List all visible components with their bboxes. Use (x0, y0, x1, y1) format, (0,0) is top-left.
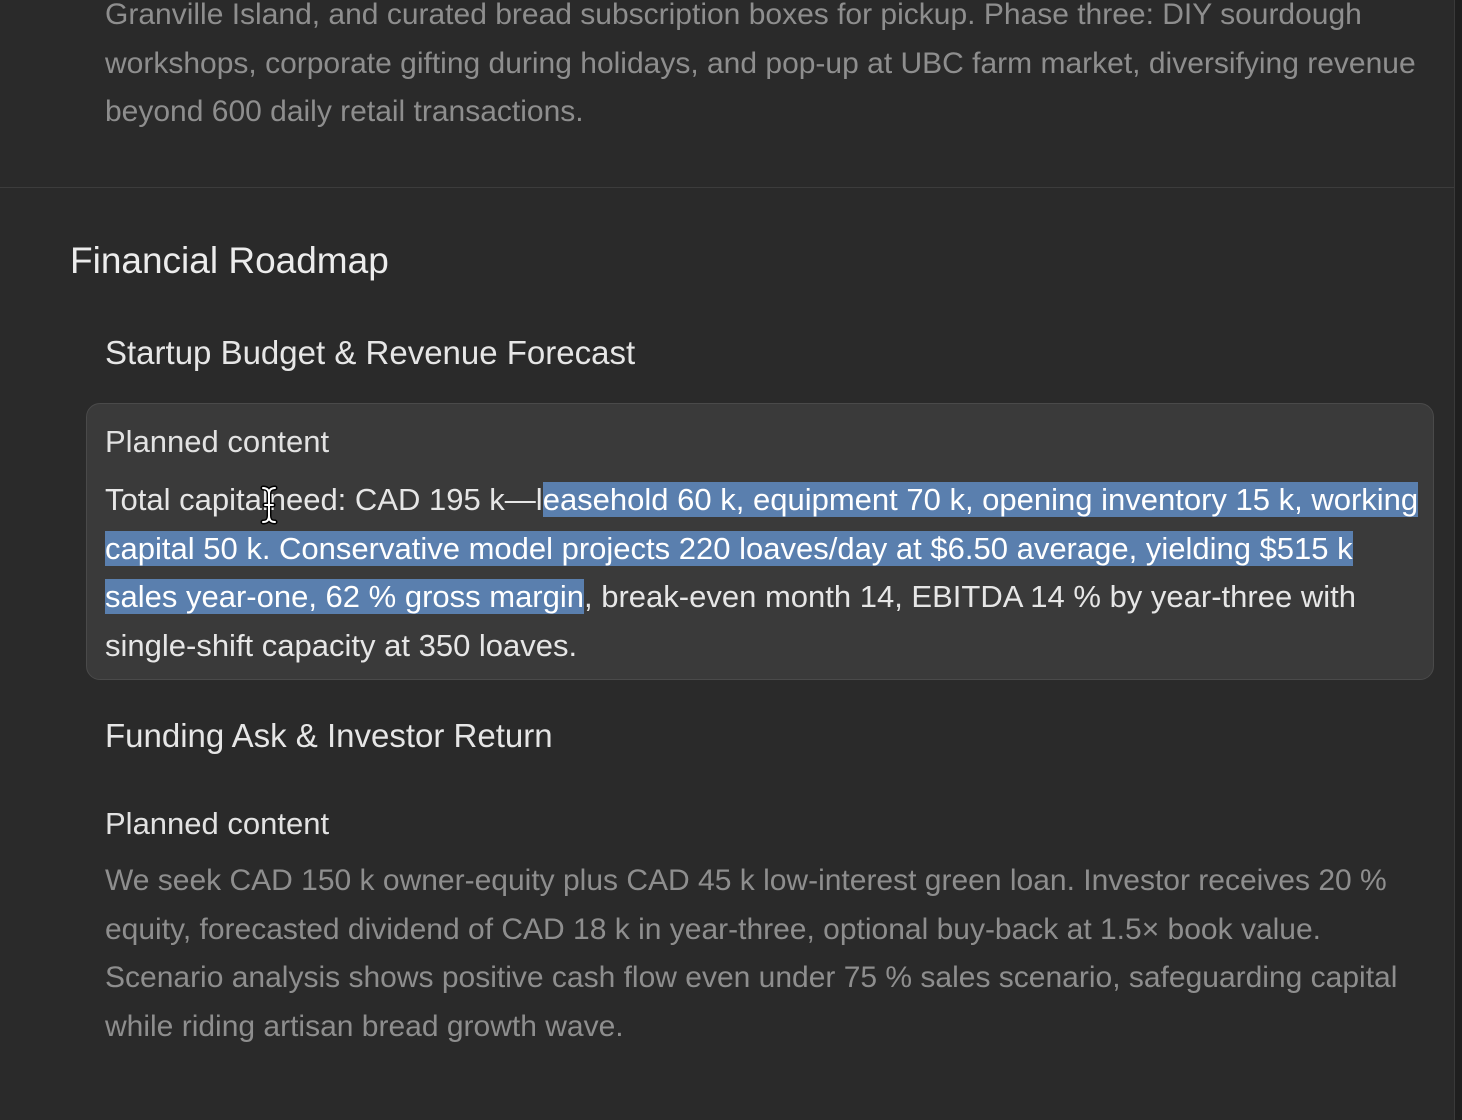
funding-planned-content-label: Planned content (105, 806, 330, 841)
intro-paragraph[interactable]: Granville Island, and curated bread subs… (105, 0, 1425, 137)
text-before-cursor: Total capital (105, 482, 269, 517)
budget-content-card[interactable]: Planned content Total capital need: CAD 1… (86, 403, 1434, 680)
funding-paragraph[interactable]: We seek CAD 150 k owner-equity plus CAD … (105, 857, 1425, 1051)
budget-subsection-title: Startup Budget & Revenue Forecast (105, 334, 636, 371)
planned-content-label: Planned content (105, 424, 330, 459)
budget-text-editor[interactable]: Total capital need: CAD 195 k—leasehold 6… (105, 476, 1427, 670)
text-after-cursor: need: CAD 195 k—l (268, 482, 543, 517)
intro-section: Granville Island, and curated bread subs… (0, 0, 1454, 188)
document-panel: Granville Island, and curated bread subs… (0, 0, 1455, 1120)
funding-subsection-title: Funding Ask & Investor Return (105, 717, 553, 754)
section-title: Financial Roadmap (70, 240, 389, 281)
